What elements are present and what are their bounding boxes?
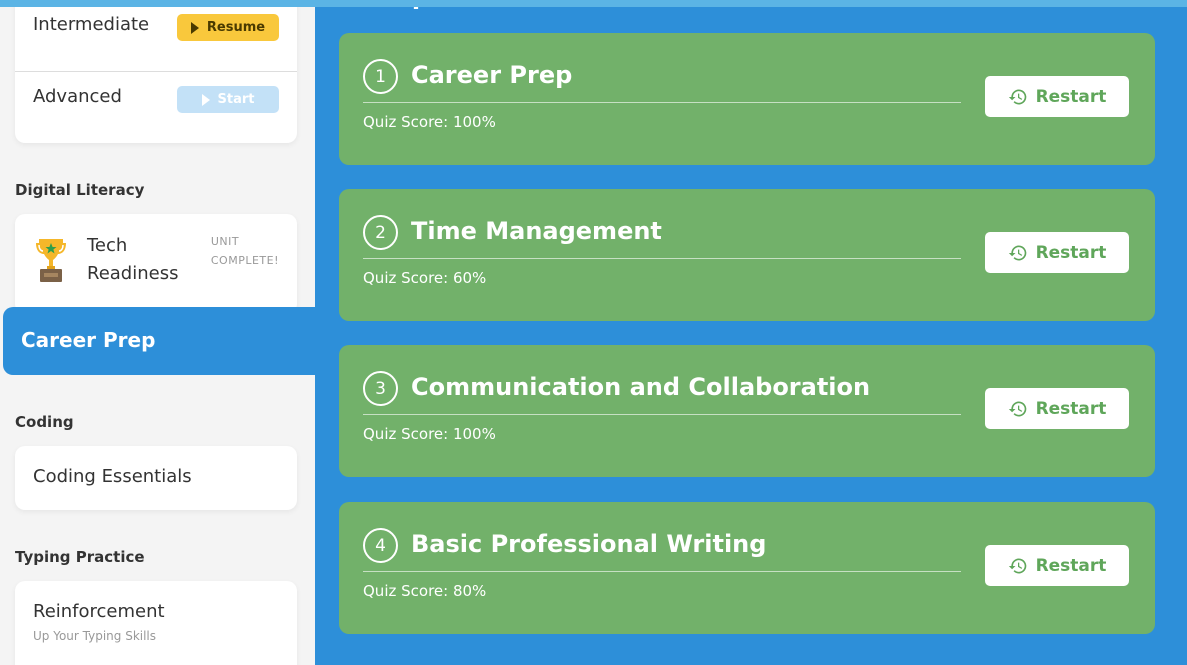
sidebar-item-career-prep[interactable]: Career Prep — [3, 307, 315, 375]
trophy-icon — [36, 239, 66, 282]
level-row-intermediate[interactable]: Intermediate Resume — [15, 0, 297, 72]
module-title: Time Management — [411, 217, 662, 245]
module-number: 3 — [363, 371, 398, 406]
quiz-score: Quiz Score: 60% — [363, 269, 487, 287]
unit-card-coding-essentials[interactable]: Coding Essentials — [15, 446, 297, 510]
quiz-score: Quiz Score: 100% — [363, 425, 496, 443]
divider — [363, 414, 961, 415]
resume-button[interactable]: Resume — [177, 14, 279, 41]
restart-button[interactable]: Restart — [985, 232, 1129, 273]
restart-button[interactable]: Restart — [985, 76, 1129, 117]
play-icon — [190, 21, 199, 34]
level-row-advanced[interactable]: Advanced Start — [15, 72, 297, 144]
restart-label: Restart — [1035, 398, 1107, 419]
module-card: 3 Communication and Collaboration Quiz S… — [339, 345, 1155, 477]
unit-card-tech-readiness[interactable]: Tech Readiness UNIT COMPLETE! — [15, 214, 297, 314]
module-card: 1 Career Prep Quiz Score: 100% Restart — [339, 33, 1155, 165]
history-icon — [1008, 89, 1026, 104]
section-title-digital-literacy: Digital Literacy — [15, 181, 145, 199]
restart-label: Restart — [1035, 86, 1107, 107]
section-title-coding: Coding — [15, 413, 74, 431]
level-label: Intermediate — [33, 14, 150, 35]
unit-title: Tech Readiness — [87, 232, 178, 288]
module-title: Career Prep — [411, 61, 573, 89]
unit-card-reinforcement[interactable]: Reinforcement Up Your Typing Skills — [15, 581, 297, 665]
quiz-score: Quiz Score: 100% — [363, 113, 496, 131]
module-title: Basic Professional Writing — [411, 530, 767, 558]
main-content: Workplace Professionalism 1 Career Prep … — [315, 0, 1187, 665]
unit-subtitle: Up Your Typing Skills — [33, 629, 157, 643]
start-button[interactable]: Start — [177, 86, 279, 113]
sidebar: Intermediate Resume Advanced Start Digit… — [0, 0, 315, 665]
module-card: 2 Time Management Quiz Score: 60% Restar… — [339, 189, 1155, 321]
unit-title: Reinforcement — [33, 601, 165, 622]
resume-button-label: Resume — [206, 20, 266, 35]
play-icon — [201, 93, 210, 106]
unit-title-line1: Tech — [87, 235, 128, 256]
restart-label: Restart — [1035, 555, 1107, 576]
restart-button[interactable]: Restart — [985, 545, 1129, 586]
status-line1: UNIT — [210, 235, 240, 248]
status-line2: COMPLETE! — [210, 254, 279, 267]
level-label: Advanced — [33, 86, 122, 107]
history-icon — [1008, 245, 1026, 260]
module-number: 2 — [363, 215, 398, 250]
status-badge: UNIT COMPLETE! — [211, 232, 279, 270]
divider — [363, 571, 961, 572]
quiz-score: Quiz Score: 80% — [363, 582, 487, 600]
module-card: 4 Basic Professional Writing Quiz Score:… — [339, 502, 1155, 634]
divider — [363, 102, 961, 103]
unit-title: Coding Essentials — [33, 466, 192, 487]
level-card: Intermediate Resume Advanced Start — [15, 0, 297, 143]
divider — [363, 258, 961, 259]
history-icon — [1008, 558, 1026, 573]
restart-button[interactable]: Restart — [985, 388, 1129, 429]
module-number: 4 — [363, 528, 398, 563]
start-button-label: Start — [217, 92, 255, 107]
module-number: 1 — [363, 59, 398, 94]
history-icon — [1008, 401, 1026, 416]
unit-title-line2: Readiness — [87, 263, 179, 284]
restart-label: Restart — [1035, 242, 1107, 263]
module-title: Communication and Collaboration — [411, 373, 871, 401]
section-title-typing-practice: Typing Practice — [15, 548, 145, 566]
top-accent-bar — [0, 0, 1187, 7]
